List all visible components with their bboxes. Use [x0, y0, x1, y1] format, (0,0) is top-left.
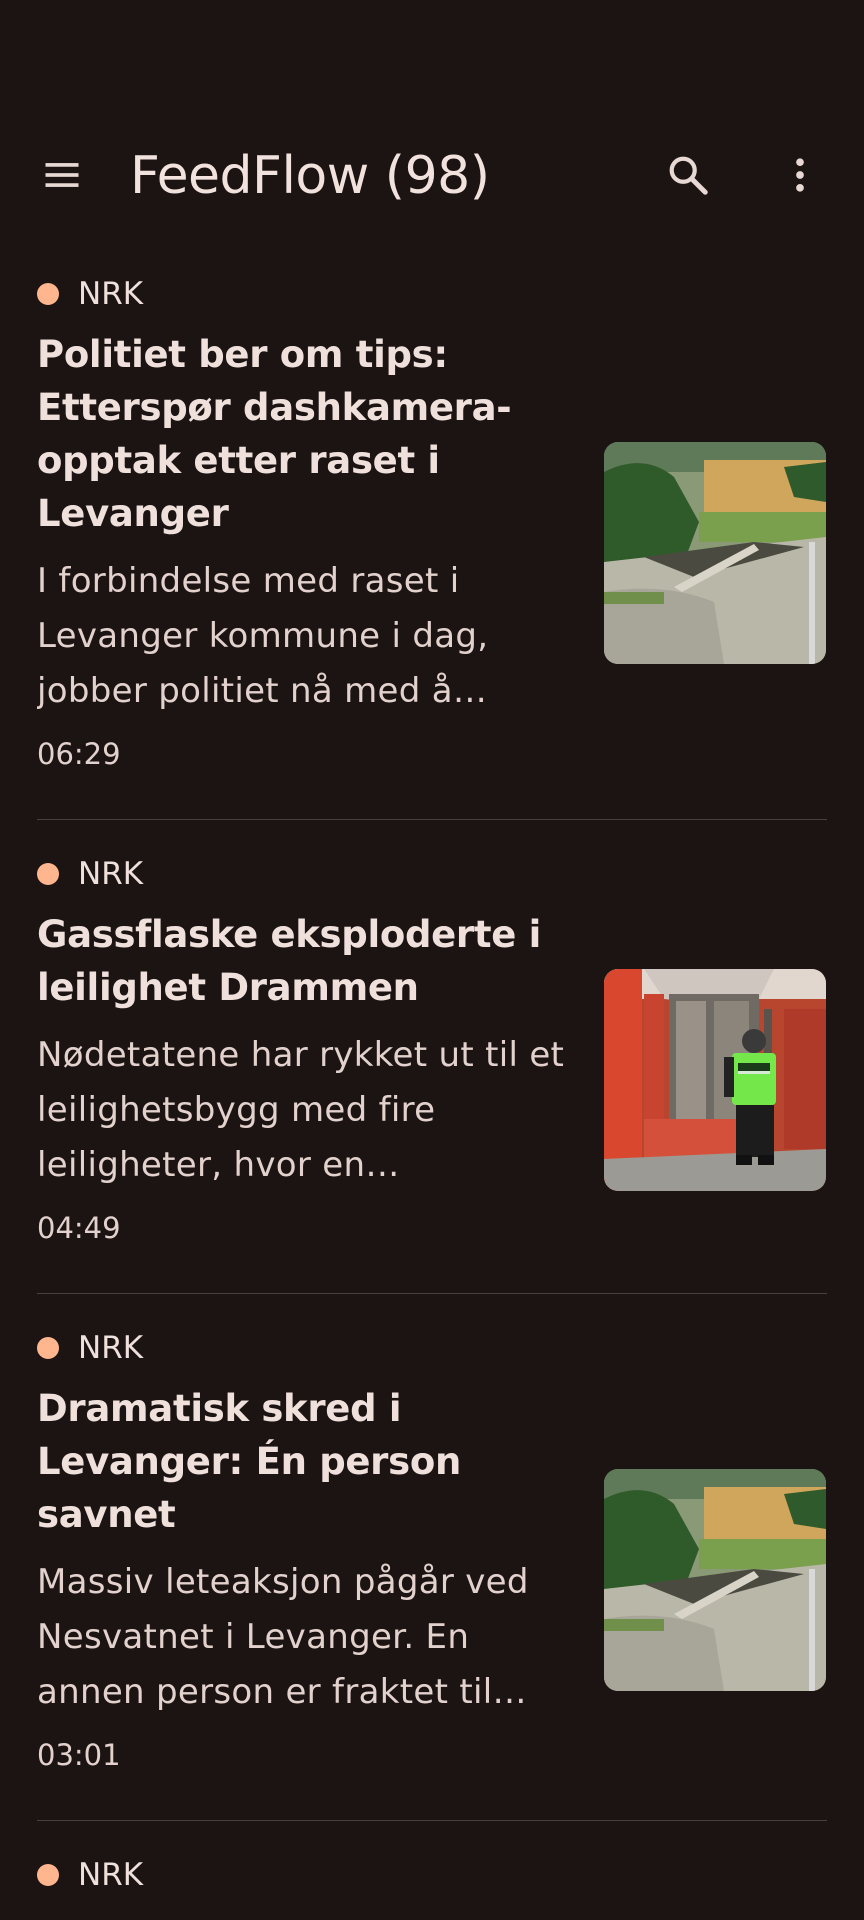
feed-source-name: NRK — [78, 1857, 144, 1893]
source-dot-icon — [37, 1337, 59, 1359]
feed-item-text: Gassflaske eksploderte i leilighet Dramm… — [37, 908, 567, 1251]
feed-item-time: 06:29 — [37, 737, 121, 771]
source-dot-icon — [37, 863, 59, 885]
app-title: FeedFlow (98) — [130, 146, 490, 206]
feed-source-row: NRK — [37, 1851, 827, 1899]
feed-source-row: NRK — [37, 270, 827, 318]
feed-item-text: Politiet ber om tips: Etterspør dashkame… — [37, 328, 567, 777]
search-button[interactable] — [656, 143, 720, 207]
feed-item-summary: Nødetatene har rykket ut til et leilighe… — [37, 1035, 565, 1185]
search-icon — [669, 156, 708, 195]
feed-item-image — [604, 968, 826, 1191]
feed-item-image — [604, 441, 826, 664]
feed-source-name: NRK — [78, 276, 144, 312]
feed-item[interactable]: NRK Politiet ber om tips: Etterspør dash… — [0, 240, 864, 820]
feed-item-body: Gassflaske eksploderte i leilighet Dramm… — [37, 908, 827, 1251]
feed-item-title: Gassflaske eksploderte i leilighet Dramm… — [37, 913, 542, 1009]
menu-button[interactable] — [30, 143, 94, 207]
feed-source-name: NRK — [78, 1330, 144, 1366]
feed-list: NRK Politiet ber om tips: Etterspør dash… — [0, 240, 864, 1899]
feed-item-text: Dramatisk skred i Levanger: Én person sa… — [37, 1382, 567, 1778]
source-dot-icon — [37, 283, 59, 305]
feed-item-title: Politiet ber om tips: Etterspør dashkame… — [37, 333, 512, 535]
more-vert-icon — [796, 158, 804, 192]
feed-source-row: NRK — [37, 850, 827, 898]
feed-item-summary: I forbindelse med raset i Levanger kommu… — [37, 561, 489, 711]
feed-item-body: Politiet ber om tips: Etterspør dashkame… — [37, 328, 827, 777]
feed-item-summary: Massiv leteaksjon pågår ved Nesvatnet i … — [37, 1562, 529, 1712]
app-root: FeedFlow (98) NRK Politiet ber om tips: … — [0, 0, 864, 1920]
feed-item[interactable]: NRK Dramatisk skred i Levanger: Én perso… — [0, 1294, 864, 1821]
top-app-bar: FeedFlow (98) — [0, 110, 864, 240]
source-dot-icon — [37, 1864, 59, 1886]
feed-item-body: Dramatisk skred i Levanger: Én person sa… — [37, 1382, 827, 1778]
feed-item[interactable]: NRK Gassflaske eksploderte i leilighet D… — [0, 820, 864, 1294]
feed-item-time: 04:49 — [37, 1211, 121, 1245]
status-bar — [0, 0, 864, 110]
feed-item-image — [604, 1469, 826, 1691]
feed-source-row: NRK — [37, 1324, 827, 1372]
feed-source-name: NRK — [78, 856, 144, 892]
menu-icon — [45, 163, 79, 187]
feed-item[interactable]: NRK — [0, 1821, 864, 1899]
feed-item-title: Dramatisk skred i Levanger: Én person sa… — [37, 1387, 462, 1536]
more-options-button[interactable] — [768, 143, 832, 207]
feed-item-time: 03:01 — [37, 1738, 121, 1772]
